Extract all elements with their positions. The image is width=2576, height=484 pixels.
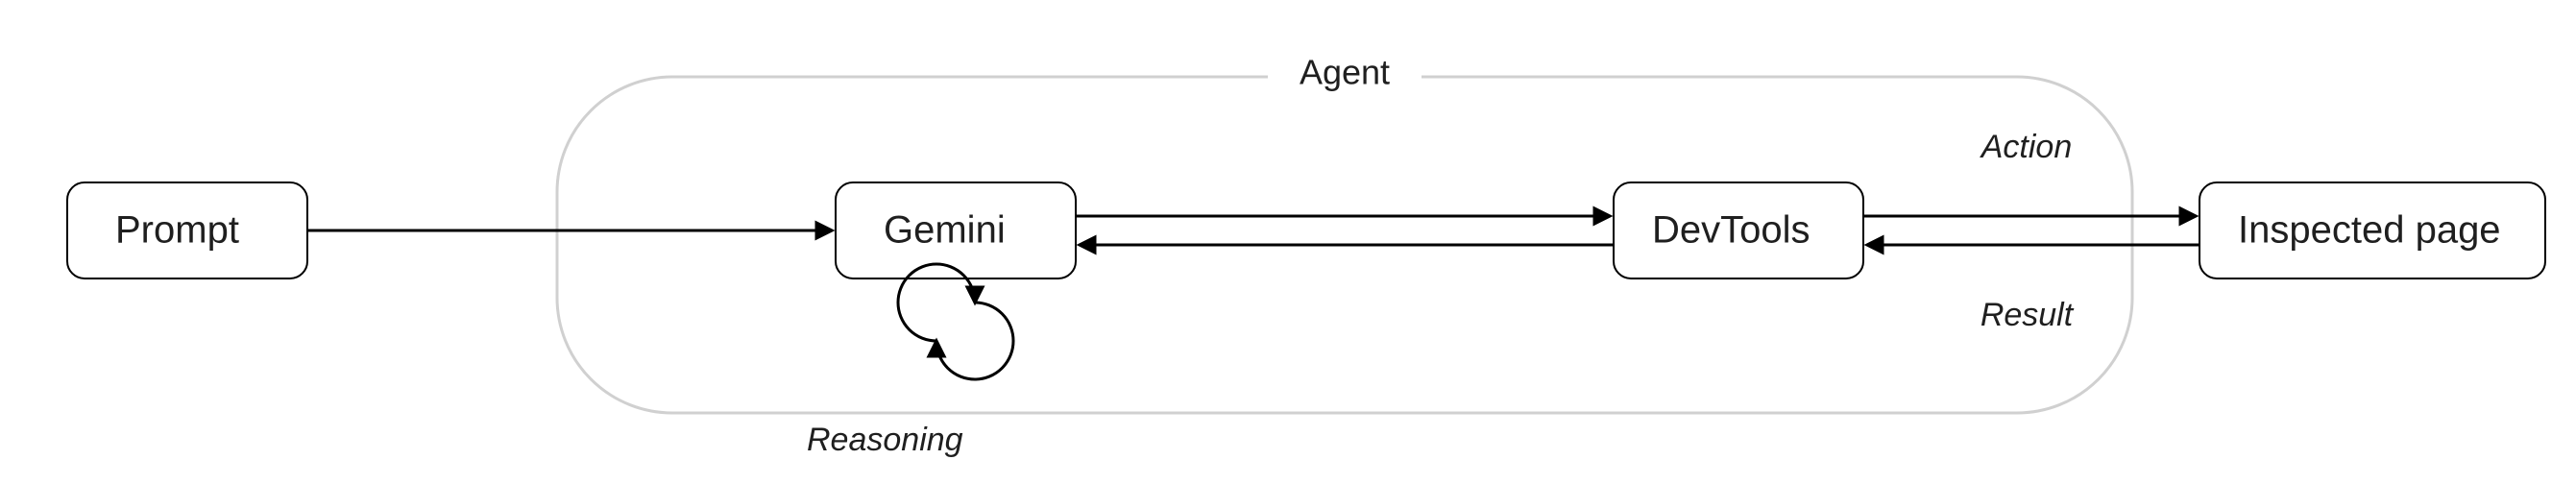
node-prompt: Prompt: [67, 182, 307, 278]
node-devtools-label: DevTools: [1652, 209, 1810, 252]
node-inspected-page-label: Inspected page: [2238, 209, 2501, 252]
edge-label-action: Action: [1980, 129, 2073, 165]
edge-label-result: Result: [1981, 297, 2075, 333]
node-inspected-page: Inspected page: [2199, 182, 2545, 278]
agent-architecture-diagram: Agent Prompt Gemini DevTools Inspected p…: [0, 0, 2576, 484]
edge-label-reasoning: Reasoning: [807, 422, 963, 458]
node-gemini-label: Gemini: [884, 209, 1006, 252]
node-prompt-label: Prompt: [115, 209, 239, 252]
node-devtools: DevTools: [1614, 182, 1863, 278]
edge-gemini-self-loop: [898, 264, 1013, 379]
agent-group-label: Agent: [1300, 53, 1390, 92]
node-gemini: Gemini: [836, 182, 1076, 278]
